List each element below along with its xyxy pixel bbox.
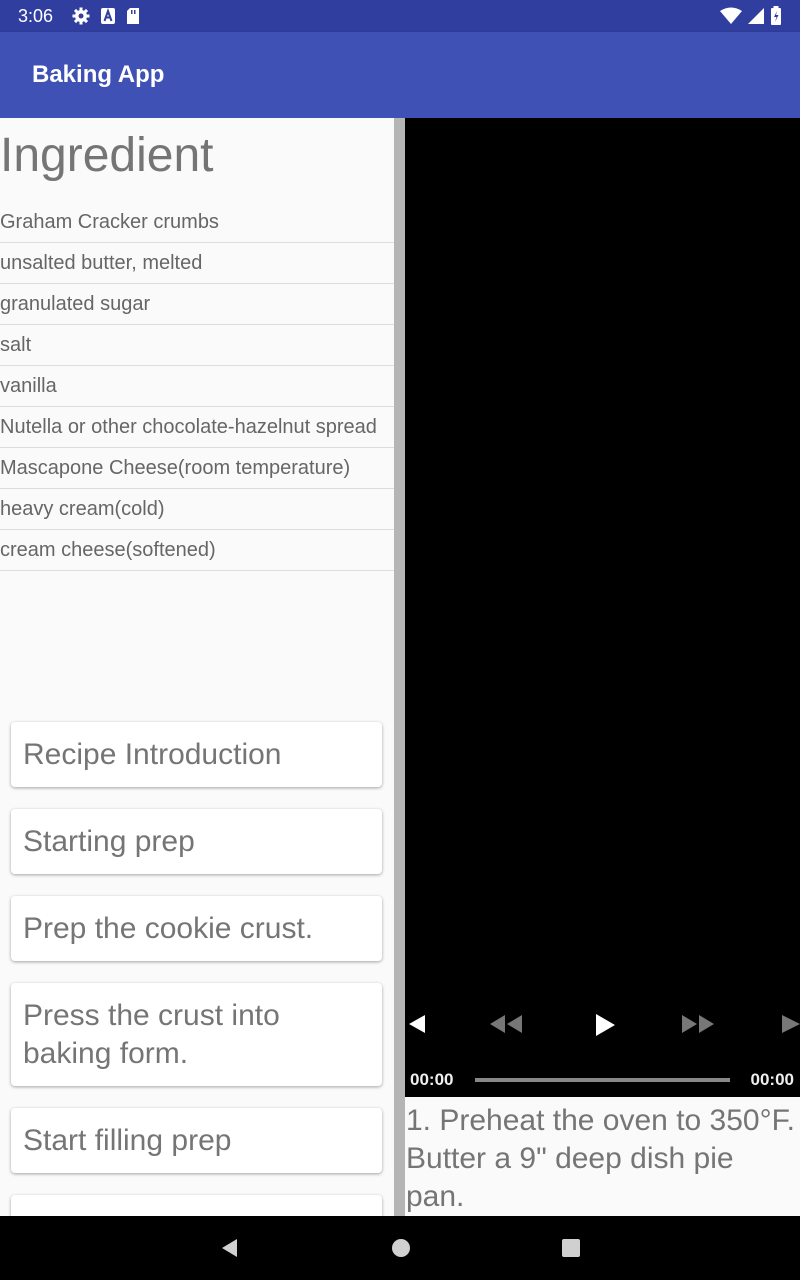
ingredient-item: Graham Cracker crumbs xyxy=(0,202,394,243)
video-player[interactable]: 00:00 00:00 xyxy=(405,118,800,1097)
seek-bar[interactable] xyxy=(475,1078,730,1082)
step-card-starting-prep[interactable]: Starting prep xyxy=(11,809,382,874)
app-bar: Baking App xyxy=(0,32,800,118)
ingredient-item: heavy cream(cold) xyxy=(0,489,394,530)
ingredient-item: cream cheese(softened) xyxy=(0,530,394,571)
gear-icon xyxy=(72,7,90,25)
ingredient-item: Mascapone Cheese(room temperature) xyxy=(0,448,394,489)
app-title: Baking App xyxy=(32,61,165,88)
ingredient-list: Graham Cracker crumbs unsalted butter, m… xyxy=(0,202,394,571)
status-icons-right xyxy=(720,6,782,26)
step-label: Press the crust into baking form. xyxy=(23,999,280,1070)
step-description-panel: 1. Preheat the oven to 350°F. Butter a 9… xyxy=(405,1097,800,1216)
battery-icon xyxy=(771,6,781,25)
play-icon[interactable] xyxy=(594,1013,616,1037)
pane-divider xyxy=(394,118,405,1216)
rewind-icon[interactable] xyxy=(489,1013,523,1035)
home-icon[interactable] xyxy=(390,1236,412,1260)
wifi-icon xyxy=(720,7,742,24)
recents-icon[interactable] xyxy=(560,1236,582,1260)
ingredient-heading: Ingredient xyxy=(0,129,214,182)
playback-duration: 00:00 xyxy=(750,1070,794,1089)
step-card-start-filling-prep[interactable]: Start filling prep xyxy=(11,1108,382,1173)
ingredient-item: salt xyxy=(0,325,394,366)
step-label: Start filling prep xyxy=(23,1124,232,1157)
status-bar: 3:06 xyxy=(0,0,800,32)
step-card-press-crust[interactable]: Press the crust into baking form. xyxy=(11,983,382,1086)
ingredient-item: Nutella or other chocolate-hazelnut spre… xyxy=(0,407,394,448)
step-description: 1. Preheat the oven to 350°F. Butter a 9… xyxy=(406,1104,795,1213)
recipe-master-pane[interactable]: Ingredient Graham Cracker crumbs unsalte… xyxy=(0,118,394,1216)
step-card-recipe-introduction[interactable]: Recipe Introduction xyxy=(11,722,382,787)
next-icon[interactable] xyxy=(780,1013,800,1035)
signal-icon xyxy=(748,8,764,24)
step-card-prep-cookie-crust[interactable]: Prep the cookie crust. xyxy=(11,896,382,961)
playback-position: 00:00 xyxy=(410,1070,454,1089)
step-label: Recipe Introduction xyxy=(23,738,282,771)
ingredient-item: unsalted butter, melted xyxy=(0,243,394,284)
ingredient-item: vanilla xyxy=(0,366,394,407)
navigation-bar xyxy=(0,1216,800,1280)
back-icon[interactable] xyxy=(219,1236,239,1260)
previous-icon[interactable] xyxy=(405,1013,427,1035)
step-label: Prep the cookie crust. xyxy=(23,912,314,945)
fast-forward-icon[interactable] xyxy=(681,1013,715,1035)
step-card-next[interactable] xyxy=(11,1195,382,1216)
status-time: 3:06 xyxy=(18,6,54,26)
ingredient-item: granulated sugar xyxy=(0,284,394,325)
sd-card-icon xyxy=(127,8,139,24)
status-icons-left xyxy=(72,7,140,25)
a-icon xyxy=(101,7,115,24)
step-label: Starting prep xyxy=(23,825,195,858)
